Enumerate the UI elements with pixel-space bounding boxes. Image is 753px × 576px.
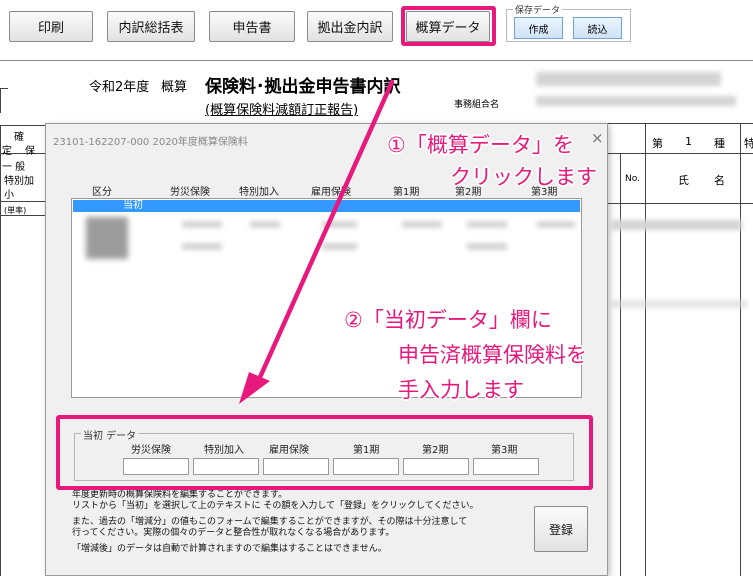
annotation-arrow	[239, 79, 395, 404]
annotation-step2-line1: ②「当初データ」欄に	[344, 308, 552, 332]
annotation-step1-line2: クリックします	[450, 165, 597, 189]
annotation-step1-line1: ①「概算データ」を	[387, 133, 574, 157]
annotation-step2-line3: 手入力します	[398, 378, 524, 402]
annotation-step2-line2: 申告済概算保険料を	[398, 343, 587, 367]
